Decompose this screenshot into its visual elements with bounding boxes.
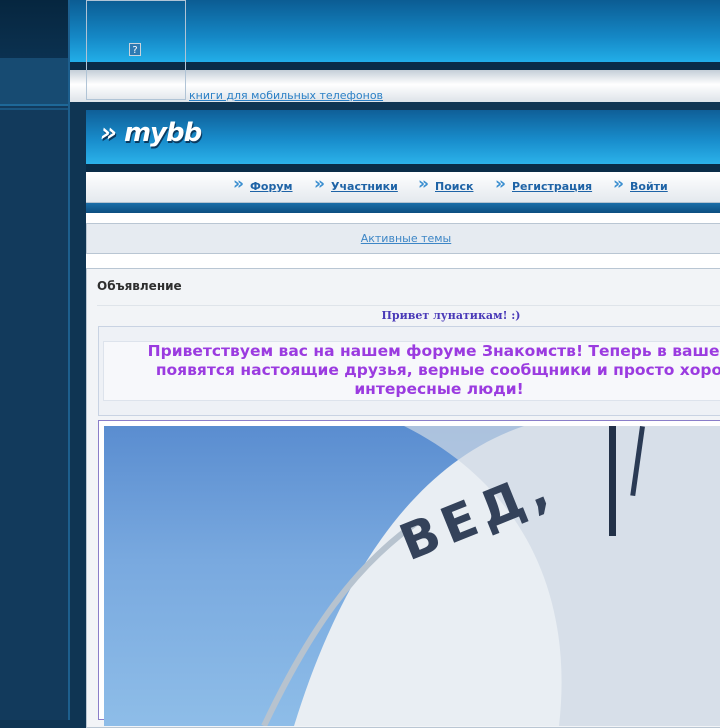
welcome-line: интересные люди! bbox=[354, 380, 524, 398]
mybb-logo[interactable]: » mybb bbox=[100, 118, 202, 148]
welcome-frame: Приветствуем вас на нашем форуме Знакомс… bbox=[98, 326, 720, 416]
announcement-image-frame: ВЕД, bbox=[98, 420, 720, 726]
nav-forum[interactable]: Форум bbox=[250, 180, 293, 193]
nav-login[interactable]: Войти bbox=[630, 180, 668, 193]
broken-image-icon: ? bbox=[129, 43, 141, 56]
welcome-line: Приветствуем вас на нашем форуме Знакомс… bbox=[147, 342, 720, 360]
announcement-image: ВЕД, bbox=[104, 426, 720, 726]
nav-arrow-icon: » bbox=[314, 174, 325, 194]
nav-register[interactable]: Регистрация bbox=[512, 180, 592, 193]
welcome-line: появятся настоящие друзья, верные сообщн… bbox=[155, 361, 720, 379]
sidebar-top-block bbox=[0, 0, 68, 58]
announcement-title: Объявление bbox=[97, 279, 182, 293]
nav-search[interactable]: Поиск bbox=[435, 180, 473, 193]
welcome-message: Приветствуем вас на нашем форуме Знакомс… bbox=[114, 342, 720, 399]
active-topics-box: Активные темы bbox=[86, 223, 720, 254]
greeting-text: Привет лунатикам! :) bbox=[381, 309, 521, 322]
nav-users[interactable]: Участники bbox=[331, 180, 398, 193]
nav-arrow-icon: » bbox=[613, 174, 624, 194]
sidebar-band bbox=[0, 58, 68, 106]
active-topics-link[interactable]: Активные темы bbox=[87, 232, 720, 245]
nav-arrow-icon: » bbox=[495, 174, 506, 194]
mobile-books-link[interactable]: книги для мобильных телефонов bbox=[189, 89, 383, 102]
forum-header: » mybb bbox=[86, 110, 720, 172]
sidebar-divider bbox=[0, 108, 68, 110]
main-nav: » Форум » Участники » Поиск » Регистраци… bbox=[86, 172, 720, 203]
forum-main: » mybb » Форум » Участники » Поиск » Рег… bbox=[86, 110, 720, 728]
nav-stripe bbox=[86, 203, 720, 213]
nav-arrow-icon: » bbox=[233, 174, 244, 194]
satellite-dish-photo: ВЕД, bbox=[261, 426, 720, 726]
welcome-panel: Приветствуем вас на нашем форуме Знакомс… bbox=[103, 341, 720, 401]
left-sidebar bbox=[0, 0, 70, 720]
nav-arrow-icon: » bbox=[418, 174, 429, 194]
announcement-divider bbox=[97, 305, 720, 306]
